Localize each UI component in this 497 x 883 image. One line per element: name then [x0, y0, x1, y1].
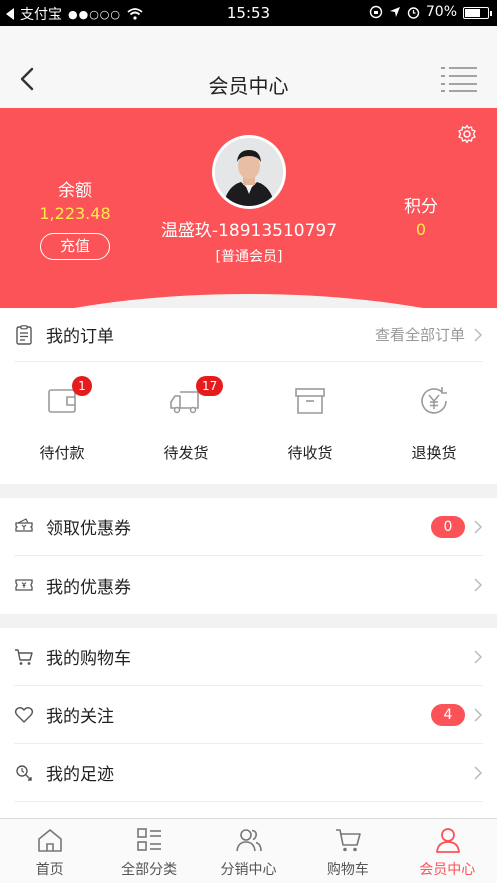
tab-cart[interactable]: 购物车: [298, 819, 397, 883]
location-icon: [389, 7, 400, 17]
chevron-right-icon: [474, 519, 483, 534]
heart-icon: [14, 706, 34, 723]
chevron-right-icon: [474, 707, 483, 722]
home-icon: [38, 829, 62, 852]
pending-payment-label: 待付款: [39, 444, 85, 462]
tab-categories[interactable]: 全部分类: [99, 819, 198, 883]
yen-return-icon: [421, 387, 447, 414]
coupons-card: 领取优惠券 0 我的优惠券: [0, 498, 497, 614]
tab-categories-label: 全部分类: [121, 862, 178, 878]
my-cart-label: 我的购物车: [46, 649, 131, 669]
get-coupons-row[interactable]: 领取优惠券 0: [14, 498, 483, 556]
order-status-list: 1 待付款 17 待发货 待收货 退换货: [0, 362, 497, 484]
tab-home[interactable]: 首页: [0, 819, 99, 883]
user-icon: [435, 828, 460, 853]
get-coupons-label: 领取优惠券: [46, 519, 131, 539]
tab-member-center[interactable]: 会员中心: [398, 819, 497, 883]
view-all-orders-link[interactable]: 查看全部订单: [375, 324, 465, 345]
my-coupons-row[interactable]: 我的优惠券: [14, 556, 483, 614]
my-follows-row[interactable]: 我的关注 4: [14, 686, 483, 744]
status-bar: 支付宝 ●●○○○ 15:53 70%: [0, 0, 497, 26]
battery-icon: [463, 6, 492, 19]
category-icon: [137, 828, 162, 851]
avatar[interactable]: [212, 135, 286, 209]
footprint-icon: [16, 764, 32, 781]
page-title: 会员中心: [208, 74, 289, 98]
points-value: 0: [415, 220, 427, 239]
cart-icon: [336, 829, 361, 852]
returns-label: 退换货: [411, 444, 457, 462]
order-list-icon: [16, 324, 32, 345]
shortcuts-card: 我的购物车 我的关注 4 我的足迹: [0, 628, 497, 818]
profile-header: 余额 1,223.48 充值 温盛玖-18913510797 [普通会员] 积分…: [0, 108, 497, 308]
pending-shipment-label: 待发货: [163, 444, 209, 462]
tab-distribution[interactable]: 分销中心: [199, 819, 298, 883]
avatar-photo: [215, 138, 283, 206]
follow-count-badge: 4: [431, 703, 465, 726]
user-name: 温盛玖-18913510797: [160, 221, 338, 241]
bottom-tab-bar: 首页 全部分类 分销中心 购物车 会员中心: [0, 818, 497, 883]
tab-distribution-label: 分销中心: [220, 862, 277, 878]
my-orders-label: 我的订单: [46, 327, 114, 347]
tab-home-label: 首页: [35, 862, 64, 878]
chevron-right-icon: [474, 578, 483, 592]
battery-fill: [465, 8, 480, 17]
tab-cart-label: 购物车: [326, 862, 369, 878]
cart-icon: [15, 648, 33, 665]
points-label: 积分: [404, 197, 438, 217]
settings-gear-icon[interactable]: [457, 124, 477, 144]
box-icon: [295, 388, 325, 414]
my-cart-row[interactable]: 我的购物车: [14, 628, 483, 686]
ticket-icon: [15, 579, 33, 591]
my-follows-label: 我的关注: [46, 707, 114, 727]
alarm-icon: [407, 6, 420, 19]
rotation-lock-icon: [369, 5, 383, 19]
nav-bar: 会员中心: [0, 26, 497, 108]
pending-shipment-badge: 17: [196, 376, 224, 396]
recharge-button[interactable]: 充值: [40, 233, 110, 260]
my-footprint-label: 我的足迹: [46, 765, 114, 785]
order-status-pending-receipt[interactable]: 待收货: [248, 362, 372, 484]
chevron-right-icon: [474, 327, 483, 342]
coupon-icon: [15, 517, 33, 532]
my-footprint-row[interactable]: 我的足迹: [14, 744, 483, 802]
my-orders-row[interactable]: 我的订单 查看全部订单: [14, 308, 483, 362]
my-coupons-label: 我的优惠券: [46, 577, 131, 598]
balance-value: 1,223.48: [39, 204, 111, 223]
chevron-right-icon: [474, 765, 483, 780]
menu-list-icon[interactable]: [441, 66, 477, 92]
order-status-pending-payment[interactable]: 1 待付款: [0, 362, 124, 484]
balance-label: 余额: [58, 181, 92, 201]
people-icon: [236, 829, 262, 852]
chevron-right-icon: [474, 649, 483, 664]
order-status-returns[interactable]: 退换货: [372, 362, 496, 484]
coupon-count-badge: 0: [431, 515, 465, 538]
pending-receipt-label: 待收货: [287, 444, 333, 462]
battery-percent: 70%: [425, 4, 457, 20]
pending-payment-badge: 1: [72, 376, 92, 396]
order-status-pending-shipment[interactable]: 17 待发货: [124, 362, 248, 484]
tab-member-center-label: 会员中心: [419, 862, 476, 878]
member-level: [普通会员]: [215, 249, 283, 265]
